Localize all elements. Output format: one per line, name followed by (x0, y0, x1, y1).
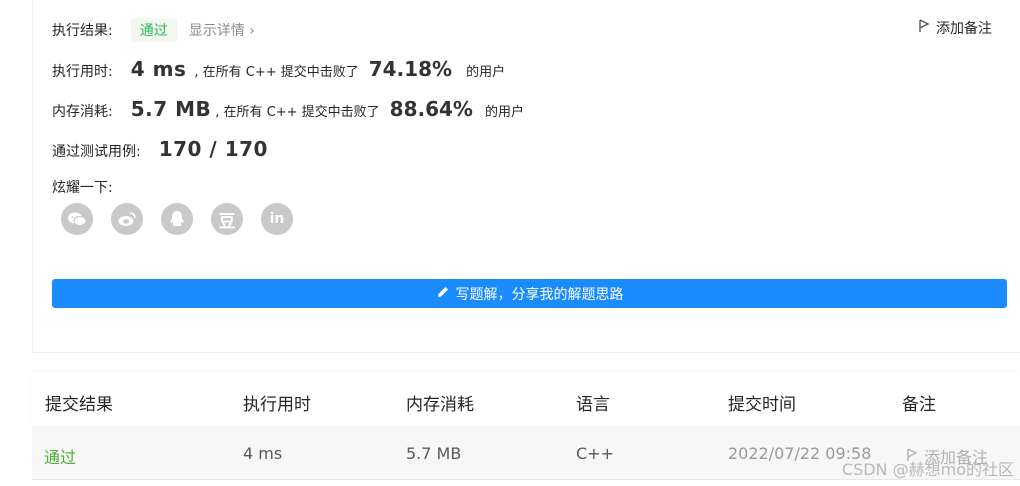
tests-value: 170 / 170 (158, 137, 268, 161)
tests-row: 通过测试用例: 170 / 170 (52, 137, 268, 161)
status-badge: 通过 (130, 18, 177, 42)
add-note-label: 添加备注 (936, 21, 992, 37)
memory-text-after: 的用户 (484, 105, 524, 120)
table-header: 提交结果 执行用时 内存消耗 语言 提交时间 备注 (32, 372, 1020, 426)
row-runtime: 4 ms (243, 444, 283, 463)
header-status: 提交结果 (45, 395, 113, 415)
runtime-row: 执行用时: 4 ms , 在所有 C++ 提交中击败了 74.18% 的用户 (52, 57, 505, 81)
wechat-icon[interactable] (61, 203, 93, 235)
write-solution-button[interactable]: 写题解，分享我的解题思路 (52, 279, 1007, 308)
flag-icon (918, 19, 930, 37)
add-note-button[interactable]: 添加备注 (918, 18, 992, 38)
show-details-link[interactable]: 显示详情 › (189, 20, 255, 40)
result-label: 执行结果: (52, 23, 113, 39)
header-runtime: 执行用时 (243, 395, 311, 415)
douban-glyph: 豆 (218, 211, 236, 232)
douban-icon[interactable]: 豆 (211, 203, 243, 235)
write-solution-label: 写题解，分享我的解题思路 (455, 286, 624, 303)
weibo-icon[interactable] (111, 203, 143, 235)
runtime-percent: 74.18% (368, 57, 453, 81)
tests-label: 通过测试用例: (52, 144, 141, 160)
linkedin-icon[interactable]: in (261, 203, 293, 235)
share-label: 炫耀一下: (52, 180, 113, 196)
row-language: C++ (576, 444, 614, 463)
header-note: 备注 (902, 395, 936, 415)
row-memory: 5.7 MB (406, 444, 462, 463)
result-row: 执行结果: 通过 显示详情 › (52, 18, 255, 42)
share-row: 炫耀一下: (52, 177, 113, 197)
header-language: 语言 (576, 395, 610, 415)
watermark: CSDN @赫想mo的社区 (841, 460, 1014, 479)
memory-label: 内存消耗: (52, 104, 113, 120)
share-icons: 豆 in (61, 203, 293, 235)
runtime-value: 4 ms (130, 57, 187, 81)
header-submit-time: 提交时间 (728, 395, 796, 415)
runtime-text-before: , 在所有 C++ 提交中击败了 (194, 65, 359, 80)
runtime-text-after: 的用户 (466, 65, 506, 80)
memory-text-before: , 在所有 C++ 提交中击败了 (215, 105, 380, 120)
header-memory: 内存消耗 (406, 395, 474, 415)
memory-row: 内存消耗: 5.7 MB , 在所有 C++ 提交中击败了 88.64% 的用户 (52, 97, 524, 121)
runtime-label: 执行用时: (52, 64, 113, 80)
row-status-link[interactable]: 通过 (44, 444, 76, 468)
memory-value: 5.7 MB (130, 97, 212, 121)
pencil-icon (436, 285, 450, 303)
memory-percent: 88.64% (389, 97, 473, 121)
qq-icon[interactable] (161, 203, 193, 235)
linkedin-glyph: in (269, 211, 285, 227)
